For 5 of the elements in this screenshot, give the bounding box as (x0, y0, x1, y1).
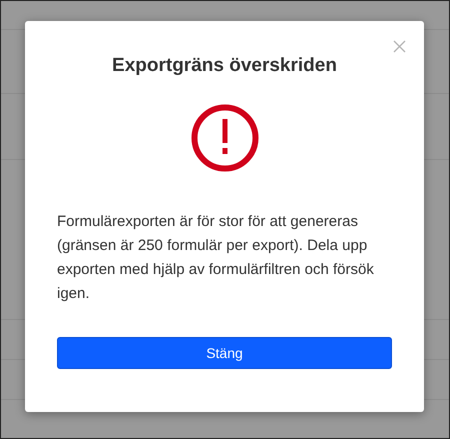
close-button[interactable]: Stäng (57, 337, 392, 369)
close-icon[interactable] (393, 40, 406, 53)
exclamation-icon (190, 104, 258, 172)
error-message: Formulärexporten är för stor för att genereras (gränsen är 250 formulär per export). Dela upp exporten med hjälp av formulärfiltren och försök igen. (57, 212, 375, 304)
dialog-title: Exportgräns överskriden (112, 54, 337, 78)
